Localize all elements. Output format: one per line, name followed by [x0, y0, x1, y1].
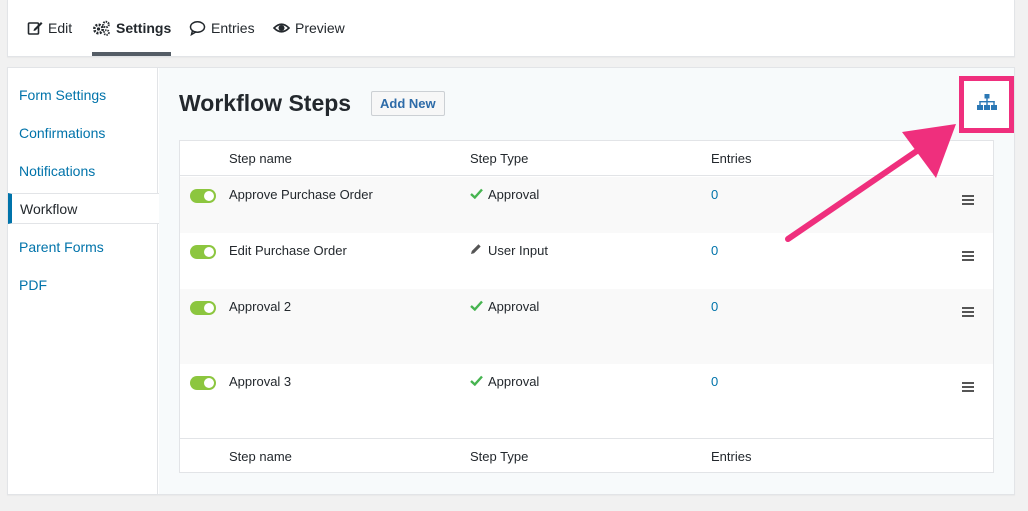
- step-type: Approval: [470, 299, 539, 314]
- step-name[interactable]: Approval 2: [229, 299, 291, 314]
- step-active-toggle[interactable]: [190, 189, 216, 203]
- tab-entries[interactable]: Entries: [189, 20, 255, 56]
- page-title: Workflow Steps: [179, 90, 352, 116]
- tab-settings[interactable]: Settings: [92, 20, 172, 56]
- sidebar-item-label: PDF: [19, 277, 47, 293]
- sidebar-item-confirmations[interactable]: Confirmations: [8, 118, 159, 148]
- step-name[interactable]: Approval 3: [229, 374, 291, 389]
- column-header-entries[interactable]: Entries: [711, 151, 751, 166]
- step-active-toggle[interactable]: [190, 245, 216, 259]
- column-footer-step-name[interactable]: Step name: [229, 449, 292, 464]
- form-toolbar: Edit Settings Entries Preview: [7, 0, 1015, 57]
- sidebar-item-workflow[interactable]: Workflow: [8, 193, 159, 224]
- workflow-content: Workflow Steps Add New Step name Step Ty…: [159, 68, 1014, 494]
- column-header-step-type[interactable]: Step Type: [470, 151, 528, 166]
- drag-handle-icon[interactable]: [962, 307, 974, 317]
- step-name[interactable]: Edit Purchase Order: [229, 243, 347, 258]
- column-footer-entries[interactable]: Entries: [711, 449, 751, 464]
- drag-handle-icon[interactable]: [962, 251, 974, 261]
- checkmark-icon: [470, 374, 484, 389]
- step-type-label: User Input: [488, 243, 548, 258]
- tab-label: Entries: [211, 20, 255, 36]
- pencil-icon: [470, 243, 484, 258]
- table-row[interactable]: Edit Purchase Order User Input 0: [180, 233, 993, 289]
- settings-sidebar: Form Settings Confirmations Notification…: [8, 68, 159, 494]
- drag-handle-icon[interactable]: [962, 382, 974, 392]
- step-type: User Input: [470, 243, 548, 258]
- tab-label: Edit: [48, 20, 73, 36]
- step-type: Approval: [470, 187, 539, 202]
- sidebar-item-pdf[interactable]: PDF: [8, 270, 159, 300]
- workflow-diagram-button[interactable]: [959, 76, 1014, 133]
- table-row[interactable]: Approval 2 Approval 0: [180, 289, 993, 364]
- step-type: Approval: [470, 374, 539, 389]
- table-row[interactable]: Approve Purchase Order Approval 0: [180, 177, 993, 233]
- tab-label: Preview: [295, 20, 345, 36]
- sidebar-item-parent-forms[interactable]: Parent Forms: [8, 232, 159, 262]
- sidebar-item-form-settings[interactable]: Form Settings: [8, 80, 159, 110]
- gears-icon: [92, 20, 111, 41]
- step-entries-link[interactable]: 0: [711, 243, 718, 258]
- step-name[interactable]: Approve Purchase Order: [229, 187, 373, 202]
- sitemap-icon: [976, 93, 997, 116]
- step-active-toggle[interactable]: [190, 376, 216, 390]
- sidebar-item-label: Form Settings: [19, 87, 107, 103]
- table-header: Step name Step Type Entries: [180, 141, 993, 176]
- table-footer: Step name Step Type Entries: [180, 438, 993, 473]
- step-entries-link[interactable]: 0: [711, 187, 718, 202]
- step-entries-link[interactable]: 0: [711, 299, 718, 314]
- step-active-toggle[interactable]: [190, 301, 216, 315]
- workflow-steps-table: Step name Step Type Entries Approve Purc…: [179, 140, 994, 473]
- column-footer-step-type[interactable]: Step Type: [470, 449, 528, 464]
- checkmark-icon: [470, 187, 484, 202]
- add-new-button[interactable]: Add New: [371, 91, 445, 116]
- step-type-label: Approval: [488, 374, 540, 389]
- column-header-step-name[interactable]: Step name: [229, 151, 292, 166]
- step-type-label: Approval: [488, 187, 540, 202]
- sidebar-item-label: Confirmations: [19, 125, 106, 141]
- step-type-label: Approval: [488, 299, 540, 314]
- sidebar-item-label: Notifications: [19, 163, 96, 179]
- tab-edit[interactable]: Edit: [27, 20, 72, 56]
- edit-icon: [27, 20, 43, 40]
- drag-handle-icon[interactable]: [962, 195, 974, 205]
- speech-bubble-icon: [189, 20, 206, 40]
- checkmark-icon: [470, 299, 484, 314]
- tab-label: Settings: [116, 20, 172, 36]
- step-entries-link[interactable]: 0: [711, 374, 718, 389]
- sidebar-item-label: Parent Forms: [19, 239, 104, 255]
- eye-icon: [272, 20, 291, 40]
- sidebar-item-notifications[interactable]: Notifications: [8, 156, 159, 186]
- table-row[interactable]: Approval 3 Approval 0: [180, 364, 993, 438]
- tab-preview[interactable]: Preview: [272, 20, 345, 56]
- sidebar-item-label: Workflow: [20, 200, 78, 217]
- settings-panel: Form Settings Confirmations Notification…: [7, 67, 1015, 495]
